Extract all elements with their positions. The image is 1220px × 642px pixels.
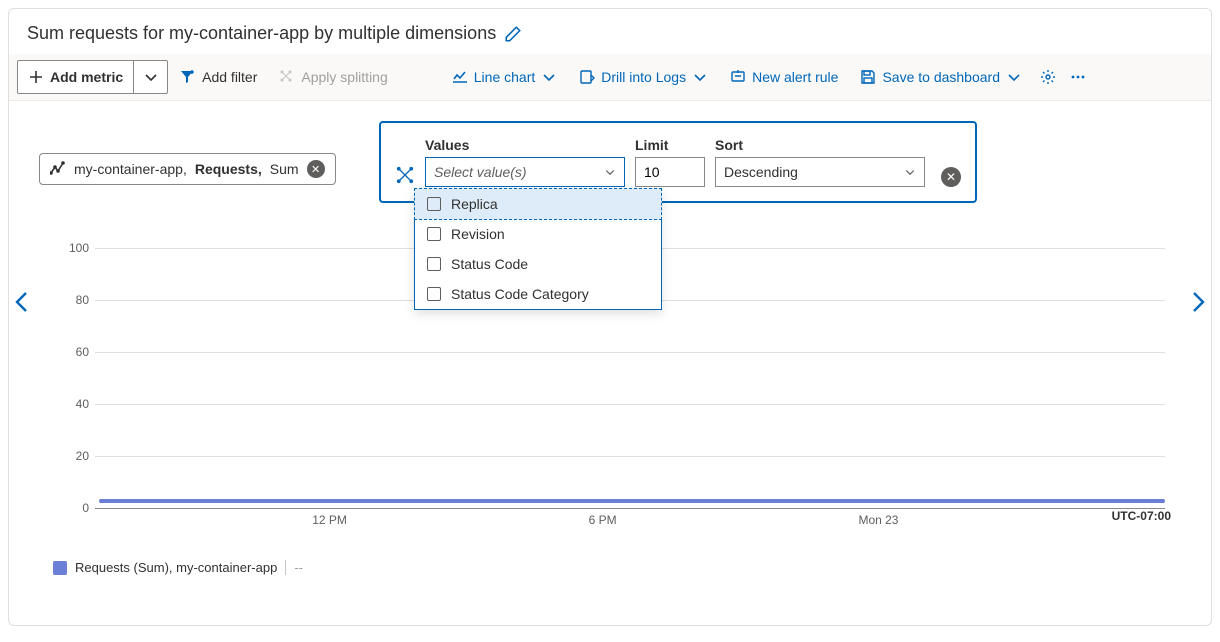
ytick-label: 40	[59, 397, 95, 411]
edit-icon[interactable]	[504, 25, 522, 43]
values-dropdown: Replica Revision Status Code Status Code…	[414, 188, 662, 310]
timezone-label: UTC-07:00	[1112, 509, 1171, 523]
apply-splitting-label: Apply splitting	[301, 69, 387, 85]
new-alert-label: New alert rule	[752, 69, 838, 85]
checkbox-icon	[427, 227, 441, 241]
ytick-label: 60	[59, 345, 95, 359]
sort-value: Descending	[724, 164, 798, 180]
apply-splitting-button: Apply splitting	[269, 60, 397, 94]
close-splitting-icon[interactable]: ✕	[941, 167, 961, 187]
add-metric-label: Add metric	[50, 69, 123, 85]
remove-metric-icon[interactable]: ✕	[307, 160, 325, 178]
option-label: Revision	[451, 226, 505, 242]
add-metric-button[interactable]: Add metric	[17, 60, 134, 94]
title-row: Sum requests for my-container-app by mul…	[9, 9, 1211, 54]
xtick-label: 6 PM	[589, 513, 617, 527]
metric-name: Requests,	[195, 161, 262, 177]
ytick-label: 100	[59, 241, 95, 255]
legend-swatch	[53, 561, 67, 575]
new-alert-button[interactable]: New alert rule	[720, 60, 848, 94]
scroll-left-icon[interactable]	[11, 290, 35, 314]
values-label: Values	[425, 137, 625, 153]
save-dashboard-label: Save to dashboard	[882, 69, 1000, 85]
metric-agg: Sum	[270, 161, 299, 177]
dropdown-item-status-code[interactable]: Status Code	[415, 249, 661, 279]
series-line	[99, 499, 1165, 503]
option-label: Status Code	[451, 256, 528, 272]
settings-button[interactable]	[1034, 60, 1062, 94]
drill-logs-label: Drill into Logs	[601, 69, 686, 85]
limit-label: Limit	[635, 137, 705, 153]
option-label: Status Code Category	[451, 286, 589, 302]
splitting-icon	[395, 165, 415, 185]
checkbox-icon	[427, 197, 441, 211]
dropdown-item-revision[interactable]: Revision	[415, 219, 661, 249]
values-placeholder: Select value(s)	[434, 164, 527, 180]
chart-title: Sum requests for my-container-app by mul…	[27, 23, 496, 44]
sort-select[interactable]: Descending	[715, 157, 925, 187]
option-label: Replica	[451, 196, 498, 212]
metrics-card: Sum requests for my-container-app by mul…	[8, 8, 1212, 626]
line-chart-button[interactable]: Line chart	[442, 60, 567, 94]
line-chart-label: Line chart	[474, 69, 535, 85]
dropdown-item-status-code-category[interactable]: Status Code Category	[415, 279, 661, 309]
chart-area: my-container-app, Requests, Sum ✕ Values…	[9, 101, 1211, 511]
ytick-label: 80	[59, 293, 95, 307]
ytick-label: 0	[59, 501, 95, 515]
metric-pill[interactable]: my-container-app, Requests, Sum ✕	[39, 153, 336, 185]
add-filter-label: Add filter	[202, 69, 257, 85]
drill-logs-button[interactable]: Drill into Logs	[569, 60, 718, 94]
save-dashboard-button[interactable]: Save to dashboard	[850, 60, 1032, 94]
limit-input[interactable]	[635, 157, 705, 187]
add-metric-caret[interactable]	[134, 60, 168, 94]
sort-label: Sort	[715, 137, 925, 153]
x-axis: 12 PM 6 PM Mon 23	[99, 513, 1165, 527]
ytick-label: 20	[59, 449, 95, 463]
legend: Requests (Sum), my-container-app --	[23, 548, 303, 575]
legend-value: --	[285, 560, 303, 575]
more-button[interactable]	[1064, 60, 1092, 94]
scroll-right-icon[interactable]	[1185, 290, 1209, 314]
legend-label: Requests (Sum), my-container-app	[75, 560, 277, 575]
values-select[interactable]: Select value(s)	[425, 157, 625, 187]
checkbox-icon	[427, 257, 441, 271]
checkbox-icon	[427, 287, 441, 301]
metric-icon	[50, 161, 66, 177]
dropdown-item-replica[interactable]: Replica	[414, 188, 662, 220]
xtick-label: Mon 23	[858, 513, 898, 527]
toolbar: Add metric Add filter Apply splitting Li…	[9, 54, 1211, 101]
add-filter-button[interactable]: Add filter	[170, 60, 267, 94]
chevron-down-icon	[904, 166, 916, 178]
chevron-down-icon	[604, 166, 616, 178]
metric-resource: my-container-app,	[74, 161, 187, 177]
xtick-label: 12 PM	[312, 513, 347, 527]
